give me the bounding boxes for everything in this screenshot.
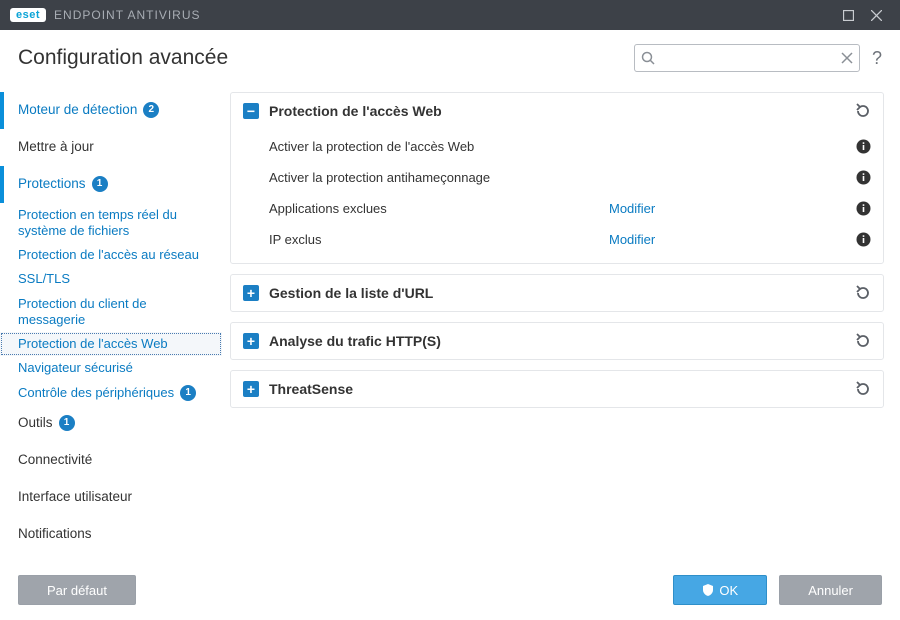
sidebar-item-tools[interactable]: Outils 1 (0, 405, 222, 442)
sidebar-item-label: Mettre à jour (18, 139, 94, 156)
sidebar-item-label: Connectivité (18, 452, 92, 469)
sidebar-item-connectivity[interactable]: Connectivité (0, 442, 222, 479)
info-icon[interactable] (856, 170, 871, 185)
footer: Par défaut OK Annuler (0, 562, 900, 618)
header: Configuration avancée ? (0, 30, 900, 84)
panel-header-web-access-protection[interactable]: − Protection de l'accès Web (231, 93, 883, 129)
modify-excluded-applications-link[interactable]: Modifier (609, 201, 655, 216)
setting-label: IP exclus (269, 232, 609, 247)
window-maximize-button[interactable] (834, 0, 862, 30)
sidebar-item-update[interactable]: Mettre à jour (0, 129, 222, 166)
sidebar-item-label: Protections (18, 176, 86, 193)
sidebar-item-web-access-protection[interactable]: Protection de l'accès Web (0, 332, 222, 356)
titlebar: eset ENDPOINT ANTIVIRUS (0, 0, 900, 30)
help-button[interactable]: ? (872, 48, 882, 69)
sidebar-item-detection-engine[interactable]: Moteur de détection 2 (0, 92, 222, 129)
sidebar-item-device-control[interactable]: Contrôle des périphériques 1 (0, 381, 222, 405)
panel-header-threatsense[interactable]: + ThreatSense (231, 371, 883, 407)
sidebar: Moteur de détection 2 Mettre à jour Prot… (0, 84, 222, 562)
panel-header-url-list-management[interactable]: + Gestion de la liste d'URL (231, 275, 883, 311)
sidebar-item-protections[interactable]: Protections 1 (0, 166, 222, 203)
main-content: − Protection de l'accès Web Activer la p… (222, 84, 892, 562)
expand-icon: + (243, 333, 259, 349)
sidebar-item-label: Contrôle des périphériques (18, 385, 174, 401)
ok-button[interactable]: OK (673, 575, 767, 605)
search-input[interactable] (634, 44, 860, 72)
badge: 1 (59, 415, 75, 431)
window-close-button[interactable] (862, 0, 890, 30)
expand-icon: + (243, 285, 259, 301)
info-icon[interactable] (856, 201, 871, 216)
sidebar-item-secure-browser[interactable]: Navigateur sécurisé (0, 356, 222, 380)
search-box (634, 44, 860, 72)
expand-icon: + (243, 381, 259, 397)
sidebar-item-label: Moteur de détection (18, 102, 137, 119)
modify-excluded-ips-link[interactable]: Modifier (609, 232, 655, 247)
sidebar-item-user-interface[interactable]: Interface utilisateur (0, 479, 222, 516)
badge: 1 (180, 385, 196, 401)
sidebar-item-realtime-file-protection[interactable]: Protection en temps réel du système de f… (0, 203, 222, 244)
page-title: Configuration avancée (18, 46, 228, 70)
sidebar-item-mail-client-protection[interactable]: Protection du client de messagerie (0, 292, 222, 333)
panel-title: ThreatSense (269, 381, 353, 397)
clear-search-icon[interactable] (841, 52, 853, 64)
search-icon (641, 51, 655, 65)
collapse-icon: − (243, 103, 259, 119)
cancel-button[interactable]: Annuler (779, 575, 882, 605)
panel-header-http-traffic-scanning[interactable]: + Analyse du trafic HTTP(S) (231, 323, 883, 359)
info-icon[interactable] (856, 139, 871, 154)
product-name: ENDPOINT ANTIVIRUS (54, 8, 200, 22)
sidebar-item-ssl-tls[interactable]: SSL/TLS (0, 267, 222, 291)
sidebar-item-notifications[interactable]: Notifications (0, 516, 222, 553)
revert-icon[interactable] (855, 333, 871, 349)
default-button[interactable]: Par défaut (18, 575, 136, 605)
revert-icon[interactable] (855, 103, 871, 119)
panel-http-traffic-scanning: + Analyse du trafic HTTP(S) (230, 322, 884, 360)
sidebar-item-label: Outils (18, 415, 53, 432)
panel-title: Protection de l'accès Web (269, 103, 442, 119)
setting-label: Activer la protection de l'accès Web (269, 139, 609, 154)
row-enable-web-protection: Activer la protection de l'accès Web (243, 131, 871, 162)
panel-web-access-protection: − Protection de l'accès Web Activer la p… (230, 92, 884, 264)
panel-threatsense: + ThreatSense (230, 370, 884, 408)
sidebar-item-label: Notifications (18, 526, 92, 543)
badge: 2 (143, 102, 159, 118)
panel-url-list-management: + Gestion de la liste d'URL (230, 274, 884, 312)
revert-icon[interactable] (855, 285, 871, 301)
row-excluded-applications: Applications exclues Modifier (243, 193, 871, 224)
revert-icon[interactable] (855, 381, 871, 397)
brand-logo: eset (10, 8, 46, 22)
setting-label: Activer la protection antihameçonnage (269, 170, 609, 185)
panel-title: Analyse du trafic HTTP(S) (269, 333, 441, 349)
info-icon[interactable] (856, 232, 871, 247)
setting-label: Applications exclues (269, 201, 609, 216)
panel-title: Gestion de la liste d'URL (269, 285, 433, 301)
row-enable-antiphishing: Activer la protection antihameçonnage (243, 162, 871, 193)
badge: 1 (92, 176, 108, 192)
row-excluded-ips: IP exclus Modifier (243, 224, 871, 255)
shield-icon (702, 584, 714, 596)
sidebar-item-network-access-protection[interactable]: Protection de l'accès au réseau (0, 243, 222, 267)
sidebar-item-label: Interface utilisateur (18, 489, 132, 506)
